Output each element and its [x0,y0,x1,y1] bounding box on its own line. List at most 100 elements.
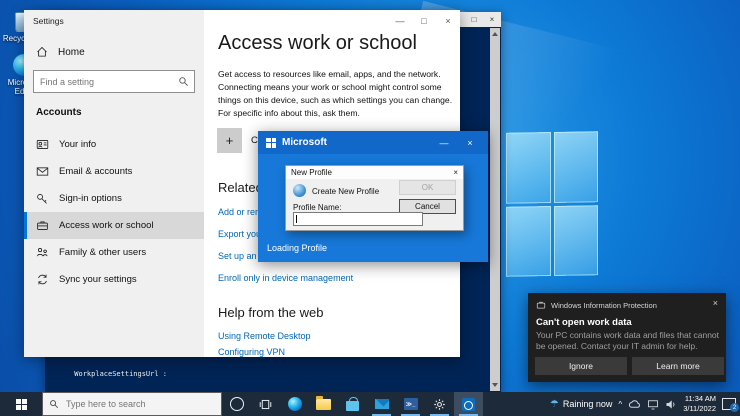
new-profile-dialog: New Profile × Create New Profile OK Canc… [285,165,464,231]
link-enroll-device-management[interactable]: Enroll only in device management [218,273,353,283]
console-line: WorkplaceSettingsUrl : [49,370,168,379]
family-icon [37,248,48,257]
powershell-icon: ≫_ [403,398,418,410]
taskbar-apps: ≫_ [222,392,483,416]
toast-actions: Ignore Learn more [535,357,724,375]
close-button[interactable]: × [483,12,501,27]
windows-start-icon [15,398,27,410]
speaker-icon[interactable] [665,399,677,410]
notification-badge: 2 [730,403,739,412]
start-button[interactable] [0,392,42,416]
taskbar-file-explorer[interactable] [309,392,338,416]
sidebar-item-label: Sync your settings [59,274,137,285]
windows-logo-pane [506,205,551,277]
maximize-button[interactable]: □ [412,10,436,32]
taskbar-settings[interactable] [425,392,454,416]
onedrive-cloud-icon[interactable] [628,399,641,409]
minimize-button[interactable]: — [434,133,454,153]
taskbar-search-input[interactable] [64,398,215,410]
sidebar-item-family-other-users[interactable]: Family & other users [24,239,204,266]
user-badge-icon [36,140,49,149]
scrollbar-up-arrow-icon[interactable] [492,32,498,36]
close-button[interactable]: × [460,133,480,153]
sidebar-item-sync-your-settings[interactable]: Sync your settings [24,266,204,293]
windows-logo [506,131,598,277]
clock-time: 11:34 AM [684,394,716,404]
sidebar-item-label: Your info [59,139,97,150]
taskbar-powershell[interactable]: ≫_ [396,392,425,416]
windows-logo-pane [553,131,598,203]
minimize-button[interactable]: — [388,10,412,32]
clock-date: 3/11/2022 [683,404,716,413]
sidebar-nav: Your info Email & accounts Sign-in optio… [24,131,204,293]
briefcase-icon [536,301,546,309]
link-using-remote-desktop[interactable]: Using Remote Desktop [218,331,311,341]
settings-search-input[interactable] [34,75,178,88]
cortana-icon [229,397,244,411]
dialog-titlebar[interactable]: New Profile × [286,166,463,179]
profile-name-input[interactable] [293,212,423,226]
sidebar-item-email-accounts[interactable]: Email & accounts [24,158,204,185]
profile-icon [293,184,306,197]
settings-sidebar: Settings Home Accounts Your info Email &… [24,10,204,357]
close-icon[interactable]: × [453,168,458,177]
taskbar-store[interactable] [338,392,367,416]
briefcase-icon [37,221,48,230]
taskbar-search-box[interactable] [42,392,222,416]
sync-icon [38,274,47,285]
maximize-button[interactable]: □ [465,12,483,27]
file-explorer-icon [316,395,331,410]
edge-icon [287,397,302,411]
sidebar-item-sign-in-options[interactable]: Sign-in options [24,185,204,212]
link-configuring-vpn[interactable]: Configuring VPN [218,347,285,357]
microsoft-window-titlebar[interactable]: Microsoft — × [258,131,488,154]
toast-header: Windows Information Protection [536,300,704,310]
sidebar-item-label: Email & accounts [59,166,133,177]
learn-more-button[interactable]: Learn more [632,357,724,375]
help-heading: Help from the web [218,305,324,320]
sidebar-item-label: Family & other users [59,247,147,258]
close-icon[interactable]: × [713,298,718,308]
sidebar-item-your-info[interactable]: Your info [24,131,204,158]
outlook-icon [462,397,475,411]
sidebar-item-home[interactable]: Home [36,46,85,58]
taskbar-task-view[interactable] [251,392,280,416]
task-view-icon [259,399,272,409]
email-icon [36,167,49,176]
scrollbar[interactable] [490,28,500,391]
window-title: Microsoft [282,137,327,148]
search-icon [179,77,188,86]
microsoft-window: Microsoft — × Loading Profile New Profil… [258,131,488,262]
taskbar-clock[interactable]: 11:34 AM 3/11/2022 [683,394,716,414]
sidebar-item-label: Sign-in options [59,193,122,204]
settings-search-box[interactable] [33,70,195,93]
taskbar-weather[interactable]: ☂ Raining now [550,399,613,410]
text-caret [296,215,297,223]
taskbar-outlook[interactable] [454,392,483,416]
scrollbar-down-arrow-icon[interactable] [492,383,498,387]
show-hidden-icons-button[interactable]: ^ [618,400,622,409]
home-icon [37,46,47,57]
key-icon [37,194,47,204]
gear-icon [434,398,445,410]
sidebar-item-access-work-or-school[interactable]: Access work or school [24,212,204,239]
ignore-button[interactable]: Ignore [535,357,627,375]
plus-icon: + [217,128,242,153]
window-title: Settings [33,16,64,26]
taskbar-edge[interactable] [280,392,309,416]
mail-icon [374,399,389,409]
taskbar-cortana[interactable] [222,392,251,416]
sidebar-section-heading: Accounts [36,107,82,118]
network-display-icon[interactable] [647,399,659,410]
window-controls: — □ × [388,10,460,32]
taskbar-mail[interactable] [367,392,396,416]
windows-logo-pane [506,132,551,204]
sidebar-item-label: Home [58,46,85,58]
ok-button[interactable]: OK [399,180,456,195]
loading-status: Loading Profile [267,243,328,253]
taskbar: ≫_ ☂ Raining now ^ 11:34 AM 3/11/2022 2 [0,392,740,416]
toast-title: Can't open work data [536,317,632,328]
close-button[interactable]: × [436,10,460,32]
action-center-button[interactable]: 2 [722,398,739,412]
dialog-title: New Profile [291,168,332,177]
